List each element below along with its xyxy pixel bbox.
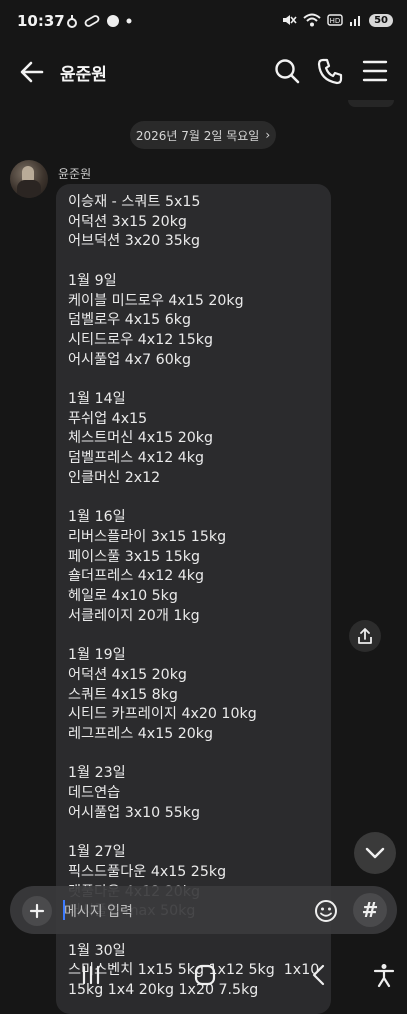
notification-icon (67, 15, 77, 28)
accessibility-icon[interactable] (371, 962, 397, 988)
message-text: 이승재 - 스쿼트 5x15 어덕션 3x15 20kg 어브덕션 3x20 3… (68, 194, 320, 999)
hashtag-label: # (361, 898, 379, 922)
hashtag-button[interactable]: # (353, 893, 387, 927)
status-bar: 10:37 HD 50 (0, 0, 407, 44)
avatar[interactable] (10, 160, 48, 198)
phone-icon[interactable] (315, 56, 345, 86)
signal-icon (350, 16, 361, 26)
menu-icon[interactable] (360, 56, 390, 86)
notification-icons (66, 14, 132, 28)
share-icon (358, 628, 372, 644)
pill-icon (84, 15, 100, 27)
mute-icon (283, 15, 297, 25)
share-button[interactable] (349, 620, 381, 652)
back-nav-icon[interactable] (306, 962, 332, 988)
recent-apps-icon[interactable] (78, 962, 104, 988)
chat-app-icon (107, 15, 119, 27)
svg-text:HD: HD (330, 17, 341, 25)
chat-header: 윤준원 (0, 44, 407, 100)
status-time: 10:37 (17, 12, 65, 30)
date-divider-label: 2026년 7월 2일 목요일 (135, 128, 260, 143)
plus-icon (29, 903, 45, 919)
sender-name: 윤준원 (58, 167, 92, 181)
back-arrow-icon[interactable] (18, 58, 46, 86)
chevron-down-icon (365, 847, 385, 859)
home-icon[interactable] (192, 962, 218, 988)
wifi-icon (303, 13, 321, 27)
system-icons: HD 50 (281, 13, 393, 27)
system-nav-bar (0, 950, 407, 1000)
hd-icon: HD (327, 14, 343, 26)
message-input[interactable]: 메시지 입력 (64, 901, 133, 921)
previous-message-edge (348, 100, 394, 107)
emoji-icon[interactable] (312, 897, 340, 925)
search-icon[interactable] (272, 56, 302, 86)
more-dot-icon (126, 18, 132, 24)
date-divider[interactable]: 2026년 7월 2일 목요일 › (130, 121, 276, 149)
chevron-right-icon: › (265, 128, 271, 142)
chat-title[interactable]: 윤준원 (60, 60, 107, 85)
attach-button[interactable] (22, 896, 52, 926)
scroll-to-bottom-button[interactable] (354, 832, 396, 874)
battery-level: 50 (369, 13, 393, 27)
